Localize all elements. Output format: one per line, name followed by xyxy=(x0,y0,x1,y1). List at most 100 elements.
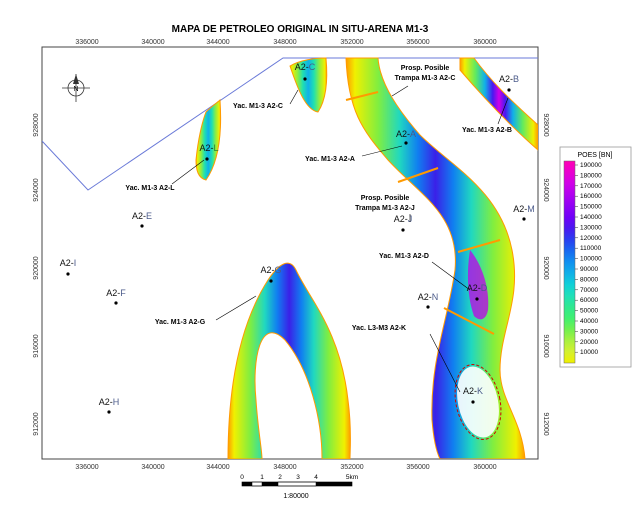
well-label: A2-J xyxy=(394,214,413,224)
x-tick-label: 344000 xyxy=(206,464,229,471)
x-tick-label: 360000 xyxy=(473,464,496,471)
x-axis-top: 336000 340000 344000 348000 352000 356000 3600… xyxy=(75,39,496,46)
y-tick-label: 916000 xyxy=(542,334,549,357)
x-tick-label: 344000 xyxy=(206,39,229,46)
well-marker xyxy=(66,272,70,276)
scale-tick-label: 3 xyxy=(296,474,300,481)
x-tick-label: 336000 xyxy=(75,39,98,46)
legend-value: 120000 xyxy=(580,235,602,242)
well-label: A2-L xyxy=(199,143,218,153)
well-label: A2-F xyxy=(106,288,126,298)
legend-value: 40000 xyxy=(580,318,598,325)
well-marker xyxy=(507,88,511,92)
annotation-label: Yac. M1-3 A2-B xyxy=(462,127,512,134)
scale-tick-label: 5km xyxy=(346,474,358,481)
well-marker xyxy=(404,141,408,145)
scale-bar: 0 1 2 3 4 5km 1:80000 xyxy=(240,474,358,500)
annotation-label: Prosp. Posible xyxy=(361,195,410,202)
legend-value: 50000 xyxy=(580,308,598,315)
annotation-label: Prosp. Posible xyxy=(401,65,450,72)
x-axis-bottom: 336000 340000 344000 348000 352000 356000 3600… xyxy=(75,464,496,471)
legend-value: 70000 xyxy=(580,287,598,294)
well-marker xyxy=(522,217,526,221)
x-tick-label: 356000 xyxy=(406,39,429,46)
legend-value: 80000 xyxy=(580,276,598,283)
legend-value: 160000 xyxy=(580,193,602,200)
legend-value: 20000 xyxy=(580,339,598,346)
scale-tick-label: 1 xyxy=(260,474,264,481)
well-marker xyxy=(205,157,209,161)
well-label: A2-N xyxy=(418,292,439,302)
legend-title: POES [BN] xyxy=(577,152,612,159)
well-marker xyxy=(107,410,111,414)
well-label: A2-H xyxy=(99,397,120,407)
well-label: A2-M xyxy=(513,204,535,214)
well-marker xyxy=(269,279,273,283)
map-title: MAPA DE PETROLEO ORIGINAL IN SITU-ARENA … xyxy=(172,24,429,35)
y-axis-right: 928000 924000 920000 916000 912000 xyxy=(542,113,549,435)
annotation-label: Yac. M1-3 A2-D xyxy=(379,253,429,260)
well-label: A2-C xyxy=(295,62,316,72)
scale-tick-label: 2 xyxy=(278,474,282,481)
annotation-label: Yac. M1-3 A2-L xyxy=(125,185,175,192)
well-label: A2-D xyxy=(467,283,488,293)
well-marker xyxy=(303,77,307,81)
well-label: A2-E xyxy=(132,211,152,221)
legend-value: 30000 xyxy=(580,328,598,335)
y-tick-label: 912000 xyxy=(33,412,40,435)
well-marker xyxy=(426,305,430,309)
x-tick-label: 336000 xyxy=(75,464,98,471)
color-legend: POES [BN] 190000 180000 170000 160000 150000… xyxy=(559,146,632,368)
x-tick-label: 356000 xyxy=(406,464,429,471)
x-tick-label: 352000 xyxy=(340,464,363,471)
well-marker xyxy=(114,301,118,305)
y-tick-label: 928000 xyxy=(542,113,549,136)
legend-value: 150000 xyxy=(580,204,602,211)
scale-ratio: 1:80000 xyxy=(283,493,308,500)
x-tick-label: 340000 xyxy=(141,39,164,46)
y-tick-label: 920000 xyxy=(33,256,40,279)
scale-tick-label: 4 xyxy=(314,474,318,481)
x-tick-label: 340000 xyxy=(141,464,164,471)
x-tick-label: 360000 xyxy=(473,39,496,46)
annotation-label: Yac. L3-M3 A2-K xyxy=(352,325,406,332)
x-tick-label: 348000 xyxy=(273,464,296,471)
well-label: A2-A xyxy=(396,129,416,139)
y-tick-label: 920000 xyxy=(542,256,549,279)
legend-value: 90000 xyxy=(580,266,598,273)
map-canvas: MAPA DE PETROLEO ORIGINAL IN SITU-ARENA … xyxy=(33,24,632,500)
annotation-label: Yac. M1-3 A2-C xyxy=(233,103,283,110)
legend-value: 60000 xyxy=(580,297,598,304)
legend-value: 170000 xyxy=(580,183,602,190)
svg-text:N: N xyxy=(73,86,78,93)
well-marker xyxy=(475,297,479,301)
well-label: A2-G xyxy=(260,265,281,275)
legend-value: 180000 xyxy=(580,172,602,179)
legend-value: 10000 xyxy=(580,349,598,356)
y-tick-label: 924000 xyxy=(542,178,549,201)
legend-value: 130000 xyxy=(580,224,602,231)
annotation-label: Yac. M1-3 A2-A xyxy=(305,156,355,163)
annotation-label: Trampa M1-3 A2-C xyxy=(395,75,456,82)
legend-value: 100000 xyxy=(580,256,602,263)
well-label: A2-K xyxy=(463,386,483,396)
y-tick-label: 928000 xyxy=(33,113,40,136)
x-tick-label: 352000 xyxy=(340,39,363,46)
legend-value: 140000 xyxy=(580,214,602,221)
y-tick-label: 912000 xyxy=(542,412,549,435)
legend-value: 110000 xyxy=(580,245,602,252)
well-marker xyxy=(140,224,144,228)
legend-value: 190000 xyxy=(580,162,602,169)
scale-tick-label: 0 xyxy=(240,474,244,481)
annotation-label: Yac. M1-3 A2-G xyxy=(155,319,206,326)
x-tick-label: 348000 xyxy=(273,39,296,46)
y-axis-left: 928000 924000 920000 916000 912000 xyxy=(33,113,40,435)
well-label: A2-B xyxy=(499,74,519,84)
map-figure: MAPA DE PETROLEO ORIGINAL IN SITU-ARENA … xyxy=(0,0,639,520)
well-label: A2-I xyxy=(60,258,77,268)
annotation-label: Trampa M1-3 A2-J xyxy=(355,205,415,212)
well-marker xyxy=(401,228,405,232)
y-tick-label: 916000 xyxy=(33,334,40,357)
well-marker xyxy=(471,400,475,404)
y-tick-label: 924000 xyxy=(33,178,40,201)
